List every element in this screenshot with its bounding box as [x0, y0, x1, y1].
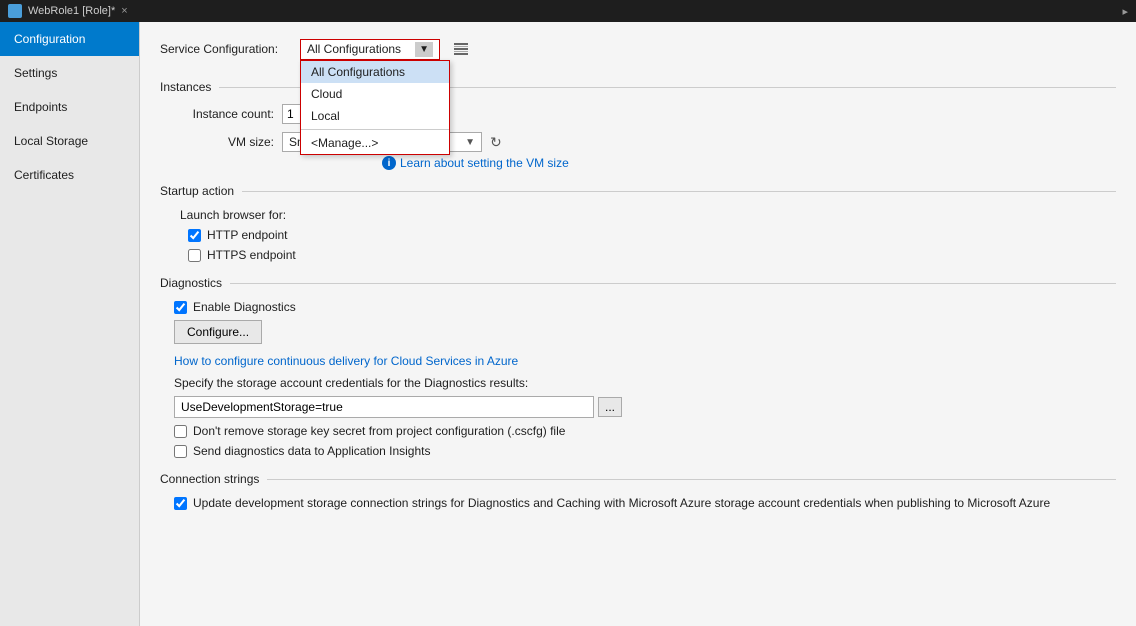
sidebar-item-local-storage[interactable]: Local Storage — [0, 124, 139, 158]
http-endpoint-label: HTTP endpoint — [207, 228, 288, 242]
launch-browser-label-row: Launch browser for: — [160, 208, 1116, 222]
send-diagnostics-checkbox[interactable] — [174, 445, 187, 458]
service-config-dropdown: All Configurations ▼ All Configurations … — [300, 39, 440, 60]
dont-remove-label: Don't remove storage key secret from pro… — [193, 424, 565, 438]
vm-size-refresh-icon[interactable]: ↻ — [490, 134, 502, 151]
http-endpoint-row: HTTP endpoint — [160, 228, 1116, 242]
update-storage-row: Update development storage connection st… — [160, 496, 1116, 510]
main-container: Configuration Settings Endpoints Local S… — [0, 22, 1136, 626]
sidebar-item-certificates[interactable]: Certificates — [0, 158, 139, 192]
service-config-label: Service Configuration: — [160, 42, 290, 56]
dropdown-menu: All Configurations Cloud Local <Manage..… — [300, 60, 450, 155]
http-endpoint-checkbox[interactable] — [188, 229, 201, 242]
dropdown-item-manage[interactable]: <Manage...> — [301, 132, 449, 154]
dropdown-item-local[interactable]: Local — [301, 105, 449, 127]
sidebar-item-settings[interactable]: Settings — [0, 56, 139, 90]
update-storage-checkbox[interactable] — [174, 497, 187, 510]
how-to-configure-link[interactable]: How to configure continuous delivery for… — [160, 354, 1116, 368]
sidebar-item-configuration[interactable]: Configuration — [0, 22, 139, 56]
vm-size-label: VM size: — [174, 135, 274, 149]
connection-strings-line — [267, 479, 1116, 480]
service-config-dropdown-button[interactable]: All Configurations ▼ — [300, 39, 440, 60]
connection-strings-label: Connection strings — [160, 472, 259, 486]
diagnostics-section-label: Diagnostics — [160, 276, 222, 290]
vm-size-arrow-icon: ▼ — [465, 137, 475, 148]
configure-button[interactable]: Configure... — [174, 320, 262, 344]
title-bar-left: WebRole1 [Role]* × — [8, 4, 128, 18]
info-icon: i — [382, 156, 396, 170]
content-area: Service Configuration: All Configuration… — [140, 22, 1136, 626]
manage-icon — [453, 41, 469, 57]
title-bar: WebRole1 [Role]* × ▸ — [0, 0, 1136, 22]
enable-diagnostics-row: Enable Diagnostics — [160, 300, 1116, 314]
manage-config-button[interactable] — [450, 38, 472, 60]
selected-config-text: All Configurations — [307, 42, 401, 56]
service-config-row: Service Configuration: All Configuration… — [160, 38, 1116, 60]
dropdown-item-all-configurations[interactable]: All Configurations — [301, 61, 449, 83]
enable-diagnostics-checkbox[interactable] — [174, 301, 187, 314]
tab-label: WebRole1 [Role]* — [28, 5, 115, 17]
dropdown-separator — [301, 129, 449, 130]
learn-vm-size-link[interactable]: i Learn about setting the VM size — [160, 156, 1116, 170]
diagnostics-section-line — [230, 283, 1116, 284]
https-endpoint-checkbox[interactable] — [188, 249, 201, 262]
configure-btn-row: Configure... — [160, 320, 1116, 344]
storage-input-row: ... — [160, 396, 1116, 418]
storage-account-input[interactable] — [174, 396, 594, 418]
dont-remove-checkbox[interactable] — [174, 425, 187, 438]
launch-browser-label: Launch browser for: — [174, 208, 286, 222]
storage-creds-label-row: Specify the storage account credentials … — [160, 376, 1116, 390]
tab-icon — [8, 4, 22, 18]
scroll-right: ▸ — [1122, 4, 1128, 18]
diagnostics-section-separator: Diagnostics — [160, 276, 1116, 290]
dont-remove-row: Don't remove storage key secret from pro… — [160, 424, 1116, 438]
instance-count-label: Instance count: — [174, 107, 274, 121]
https-endpoint-label: HTTPS endpoint — [207, 248, 296, 262]
startup-action-line — [242, 191, 1116, 192]
storage-creds-label: Specify the storage account credentials … — [174, 376, 528, 390]
update-storage-label: Update development storage connection st… — [193, 496, 1050, 510]
startup-action-separator: Startup action — [160, 184, 1116, 198]
startup-action-label: Startup action — [160, 184, 234, 198]
tab-close-button[interactable]: × — [121, 5, 127, 17]
send-diagnostics-row: Send diagnostics data to Application Ins… — [160, 444, 1116, 458]
enable-diagnostics-label: Enable Diagnostics — [193, 300, 296, 314]
sidebar-item-endpoints[interactable]: Endpoints — [0, 90, 139, 124]
send-diagnostics-label: Send diagnostics data to Application Ins… — [193, 444, 431, 458]
dropdown-arrow-icon: ▼ — [415, 42, 433, 57]
https-endpoint-row: HTTPS endpoint — [160, 248, 1116, 262]
connection-strings-separator: Connection strings — [160, 472, 1116, 486]
sidebar: Configuration Settings Endpoints Local S… — [0, 22, 140, 626]
dropdown-item-cloud[interactable]: Cloud — [301, 83, 449, 105]
browse-button[interactable]: ... — [598, 397, 622, 417]
instances-section-label: Instances — [160, 80, 211, 94]
learn-vm-size-text: Learn about setting the VM size — [400, 156, 569, 170]
